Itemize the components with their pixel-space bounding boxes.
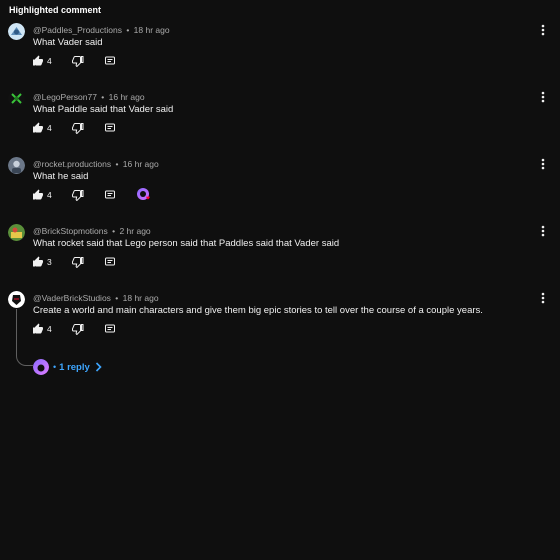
comment-item: @BrickStopmotions • 2 hr ago What rocket… — [0, 224, 560, 284]
avatar[interactable] — [8, 90, 25, 107]
thumbs-up-icon — [33, 122, 43, 133]
comment-item: @rocket.productions • 16 hr ago What he … — [0, 157, 560, 217]
thumbs-up-icon — [33, 256, 43, 267]
comment-author[interactable]: @rocket.productions — [33, 159, 111, 169]
comment-actions: 4 — [32, 188, 152, 202]
more-vert-icon — [541, 292, 545, 304]
comment-item: @VaderBrickStudios • 18 hr ago Create a … — [0, 291, 560, 351]
replies-separator-dot: • — [53, 362, 57, 372]
like-button[interactable]: 4 — [32, 55, 52, 67]
more-vert-icon — [541, 91, 545, 103]
reply-button[interactable] — [104, 256, 116, 268]
thumbs-down-icon — [71, 56, 84, 67]
avatar-vader-icon — [8, 291, 25, 308]
like-button[interactable]: 3 — [32, 256, 52, 268]
avatar-lego-icon — [8, 90, 25, 107]
comment-time[interactable]: 2 hr ago — [119, 226, 150, 236]
comment-meta: @Paddles_Productions • 18 hr ago — [33, 25, 170, 35]
chevron-right-icon — [95, 362, 102, 372]
reply-author-avatar-icon — [33, 359, 49, 375]
comment-time[interactable]: 16 hr ago — [109, 92, 145, 102]
comment-item: @LegoPerson77 • 16 hr ago What Paddle sa… — [0, 90, 560, 150]
comment-actions: 4 — [32, 121, 116, 135]
avatar[interactable] — [8, 291, 25, 308]
comment-time[interactable]: 18 hr ago — [123, 293, 159, 303]
comment-text: Create a world and main characters and g… — [33, 305, 483, 316]
comment-actions: 4 — [32, 322, 116, 336]
more-options-button[interactable] — [539, 291, 547, 305]
like-count: 4 — [47, 123, 52, 133]
thumbs-down-icon — [71, 257, 84, 268]
more-options-button[interactable] — [539, 157, 547, 171]
more-options-button[interactable] — [539, 90, 547, 104]
comment-time[interactable]: 18 hr ago — [134, 25, 170, 35]
dislike-button[interactable] — [71, 122, 84, 134]
more-options-button[interactable] — [539, 224, 547, 238]
comment-meta: @rocket.productions • 16 hr ago — [33, 159, 159, 169]
comment-author[interactable]: @VaderBrickStudios — [33, 293, 111, 303]
like-button[interactable]: 4 — [32, 323, 52, 335]
thumbs-up-icon — [33, 189, 43, 200]
creator-heart-icon — [136, 188, 150, 200]
avatar-brickstop-icon — [8, 224, 25, 241]
thumbs-up-icon — [33, 323, 43, 334]
comment-meta: @LegoPerson77 • 16 hr ago — [33, 92, 145, 102]
dislike-button[interactable] — [71, 256, 84, 268]
creator-heart-badge — [136, 187, 152, 203]
thumbs-down-icon — [71, 324, 84, 335]
like-count: 3 — [47, 257, 52, 267]
avatar-rocket-icon — [8, 157, 25, 174]
dislike-button[interactable] — [71, 55, 84, 67]
reply-icon — [104, 257, 115, 266]
comment-time[interactable]: 16 hr ago — [123, 159, 159, 169]
reply-button[interactable] — [104, 55, 116, 67]
comment-text: What he said — [33, 171, 89, 182]
dislike-button[interactable] — [71, 189, 84, 201]
comment-actions: 4 — [32, 54, 116, 68]
comment-item: @Paddles_Productions • 18 hr ago What Va… — [0, 23, 560, 83]
reply-button[interactable] — [104, 122, 116, 134]
more-vert-icon — [541, 158, 545, 170]
comment-author[interactable]: @BrickStopmotions — [33, 226, 108, 236]
dislike-button[interactable] — [71, 323, 84, 335]
highlighted-comment-label: Highlighted comment — [9, 5, 101, 15]
comment-author[interactable]: @Paddles_Productions — [33, 25, 122, 35]
thumbs-up-icon — [33, 55, 43, 66]
like-button[interactable]: 4 — [32, 122, 52, 134]
reply-avatar — [33, 359, 49, 375]
comment-text: What rocket said that Lego person said t… — [33, 238, 340, 249]
like-count: 4 — [47, 190, 52, 200]
comment-meta: @VaderBrickStudios • 18 hr ago — [33, 293, 159, 303]
reply-button[interactable] — [104, 323, 116, 335]
comment-meta: @BrickStopmotions • 2 hr ago — [33, 226, 151, 236]
avatar[interactable] — [8, 224, 25, 241]
more-vert-icon — [541, 24, 545, 36]
replies-count-label[interactable]: 1 reply — [59, 362, 90, 373]
thumbs-down-icon — [71, 123, 84, 134]
comment-text: What Vader said — [33, 37, 103, 48]
view-replies-button[interactable]: • 1 reply — [33, 359, 102, 375]
comment-author[interactable]: @LegoPerson77 — [33, 92, 97, 102]
avatar[interactable] — [8, 157, 25, 174]
thumbs-down-icon — [71, 190, 84, 201]
thread-connector-line — [16, 309, 33, 366]
reply-icon — [104, 190, 115, 199]
reply-icon — [104, 324, 115, 333]
reply-icon — [104, 56, 115, 65]
reply-button[interactable] — [104, 189, 116, 201]
more-vert-icon — [541, 225, 545, 237]
avatar[interactable] — [8, 23, 25, 40]
avatar-paddles-icon — [8, 23, 25, 40]
comment-actions: 3 — [32, 255, 116, 269]
like-count: 4 — [47, 324, 52, 334]
like-button[interactable]: 4 — [32, 189, 52, 201]
more-options-button[interactable] — [539, 23, 547, 37]
like-count: 4 — [47, 56, 52, 66]
comment-text: What Paddle said that Vader said — [33, 104, 174, 115]
reply-icon — [104, 123, 115, 132]
